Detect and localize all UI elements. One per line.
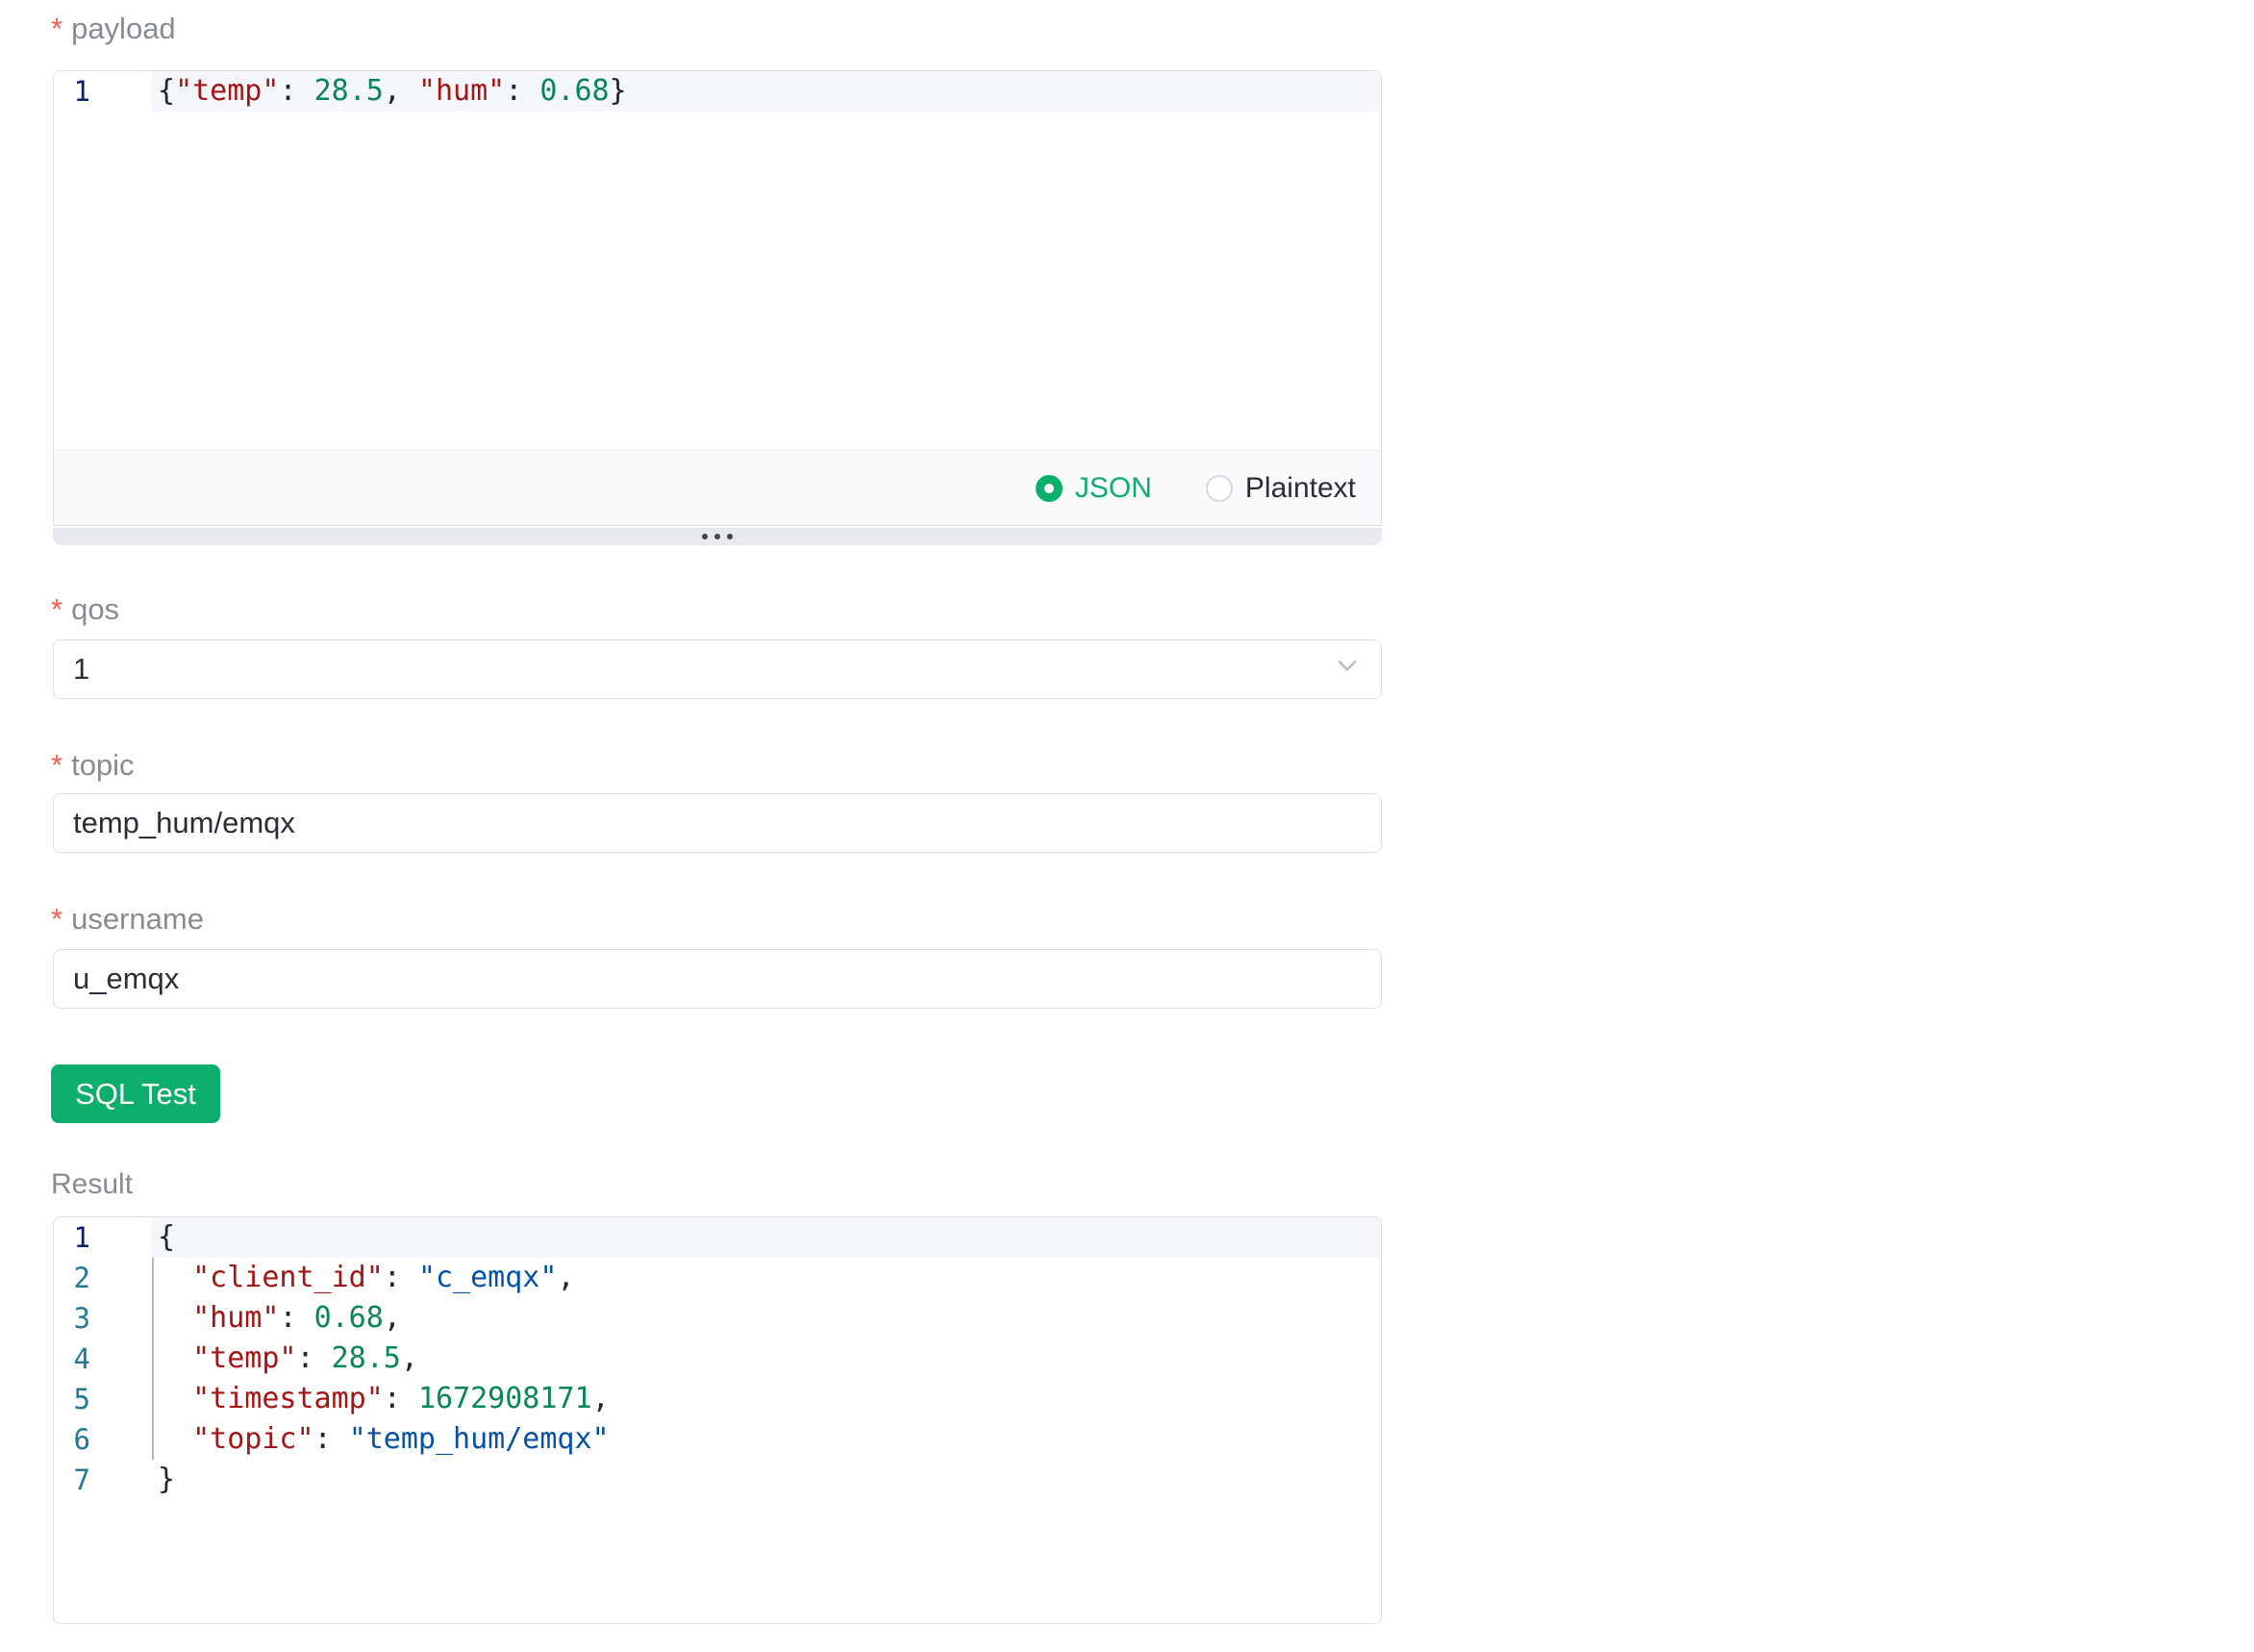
code-line-6: 6 "topic": "temp_hum/emqx" [54, 1419, 1381, 1460]
radio-inner-dot [1044, 484, 1054, 493]
line-number: 2 [54, 1258, 90, 1298]
editor-resize-handle[interactable] [53, 528, 1382, 545]
code-line-5: 5 "timestamp": 1672908171, [54, 1379, 1381, 1419]
code-text: "hum": 0.68, [90, 1298, 401, 1339]
code-text: "topic": "temp_hum/emqx" [90, 1419, 610, 1460]
payload-label-text: payload [71, 12, 176, 45]
drag-handle-dots-icon [702, 534, 708, 539]
payload-code-editor: 1{"temp": 28.5, "hum": 0.68} JSON Plainte… [53, 70, 1382, 526]
code-text: "temp": 28.5, [90, 1339, 418, 1379]
chevron-down-icon [1333, 651, 1362, 688]
line-number: 1 [54, 71, 90, 112]
payload-editor-text-area[interactable]: 1{"temp": 28.5, "hum": 0.68} [54, 71, 1381, 450]
qos-label-text: qos [71, 592, 119, 626]
drag-handle-dots-icon [714, 534, 720, 539]
line-number: 1 [54, 1217, 90, 1258]
payload-format-toolbar: JSON Plaintext [54, 450, 1381, 525]
code-text: {"temp": 28.5, "hum": 0.68} [90, 71, 627, 112]
result-code-editor: 1{2 "client_id": "c_emqx",3 "hum": 0.68,… [53, 1216, 1382, 1624]
sql-test-button[interactable]: SQL Test [51, 1064, 220, 1123]
required-asterisk: * [51, 748, 63, 782]
code-line-3: 3 "hum": 0.68, [54, 1298, 1381, 1339]
code-text: "client_id": "c_emqx", [90, 1258, 575, 1298]
code-text: } [90, 1460, 175, 1500]
username-field-label: *username [51, 902, 204, 937]
code-line-1: 1{"temp": 28.5, "hum": 0.68} [54, 71, 1381, 112]
drag-handle-dots-icon [727, 534, 733, 539]
qos-select[interactable]: 1 [53, 639, 1382, 699]
code-line-7: 7} [54, 1460, 1381, 1500]
qos-selected-value: 1 [73, 652, 89, 687]
result-editor-text-area[interactable]: 1{2 "client_id": "c_emqx",3 "hum": 0.68,… [54, 1217, 1381, 1623]
radio-selected-icon[interactable] [1036, 475, 1063, 502]
code-line-1: 1{ [54, 1217, 1381, 1258]
format-radio-plaintext[interactable]: Plaintext [1206, 472, 1356, 505]
qos-field-label: *qos [51, 592, 119, 627]
radio-unselected-icon[interactable] [1206, 475, 1233, 502]
line-number: 5 [54, 1379, 90, 1419]
code-text: "timestamp": 1672908171, [90, 1379, 610, 1419]
format-radio-json[interactable]: JSON [1036, 472, 1152, 505]
payload-field-label: *payload [51, 12, 176, 46]
format-radio-label: JSON [1075, 472, 1152, 505]
username-label-text: username [71, 902, 204, 936]
line-number: 3 [54, 1298, 90, 1339]
code-text: { [90, 1217, 175, 1258]
code-line-4: 4 "temp": 28.5, [54, 1339, 1381, 1379]
required-asterisk: * [51, 902, 63, 936]
line-number: 4 [54, 1339, 90, 1379]
line-number: 7 [54, 1460, 90, 1500]
required-asterisk: * [51, 12, 63, 45]
sql-test-form-page: *payload 1{"temp": 28.5, "hum": 0.68} JS… [0, 0, 2254, 1652]
topic-input[interactable] [53, 793, 1382, 853]
topic-label-text: topic [71, 748, 134, 782]
format-radio-label: Plaintext [1245, 472, 1356, 505]
result-section-label: Result [51, 1167, 133, 1202]
code-line-2: 2 "client_id": "c_emqx", [54, 1258, 1381, 1298]
username-input[interactable] [53, 949, 1382, 1009]
topic-field-label: *topic [51, 748, 135, 783]
line-number: 6 [54, 1419, 90, 1460]
required-asterisk: * [51, 592, 63, 626]
